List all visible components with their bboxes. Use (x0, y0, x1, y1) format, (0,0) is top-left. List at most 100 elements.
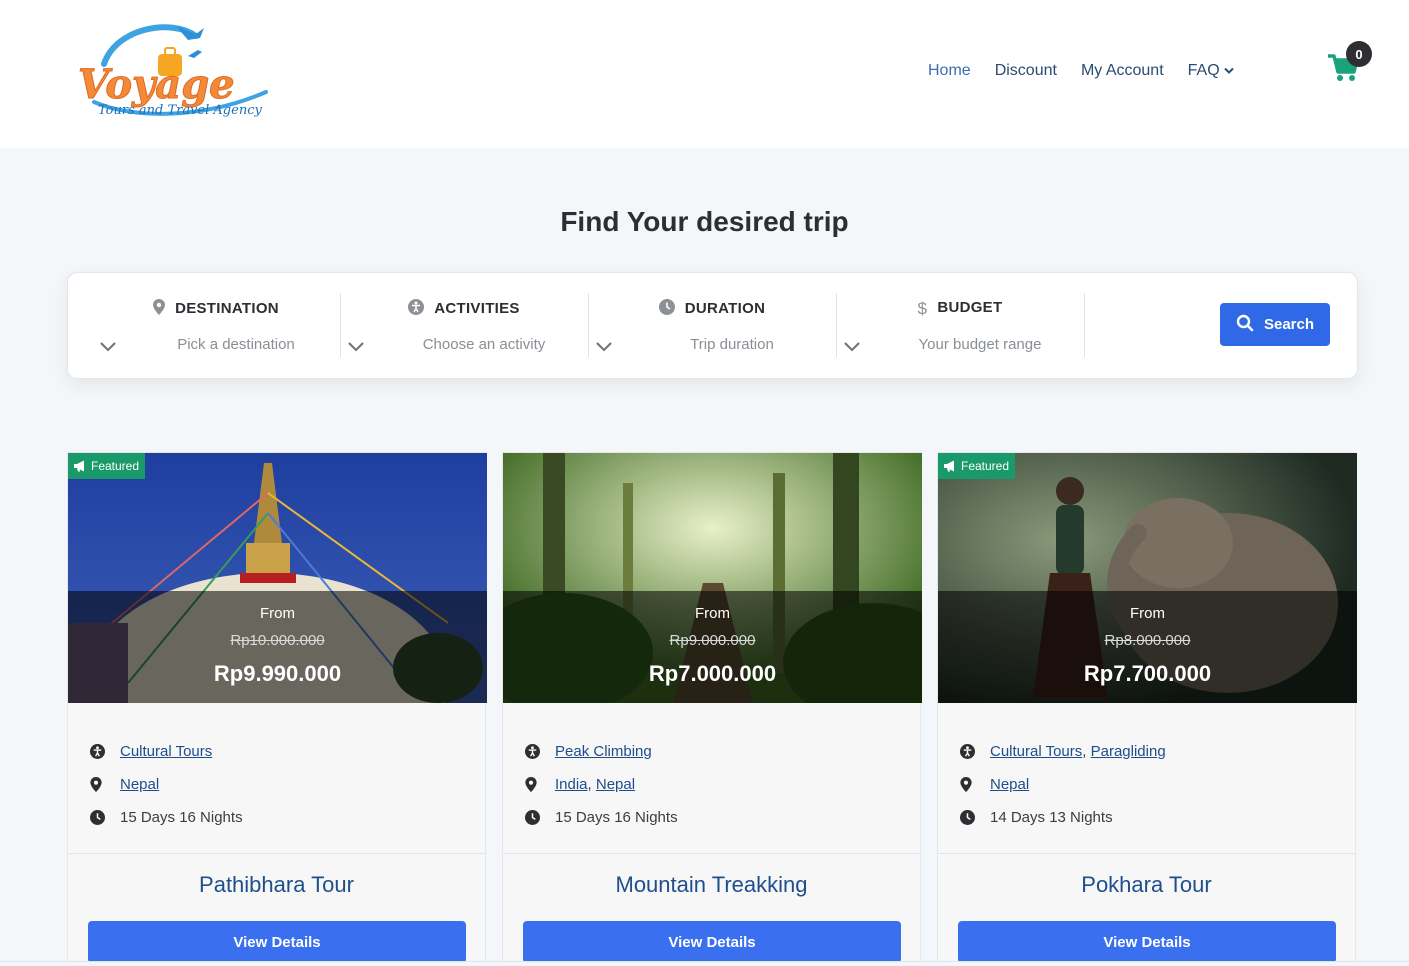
duration-text: 15 Days 16 Nights (555, 809, 678, 826)
trip-card: Featured From Rp10.000.000 Rp9.990.000 C… (67, 452, 487, 965)
location-link[interactable]: Nepal (120, 776, 159, 793)
budget-label: $ BUDGET (836, 299, 1084, 319)
clock-icon (658, 299, 675, 319)
duration-text: 14 Days 13 Nights (990, 809, 1113, 826)
view-details-button[interactable]: View Details (88, 921, 466, 963)
trip-duration: 15 Days 16 Nights (525, 801, 678, 834)
featured-label: Featured (961, 459, 1010, 473)
page-fold-divider (0, 961, 1409, 966)
nav-discount[interactable]: Discount (995, 62, 1057, 80)
duration-select[interactable]: DURATION Trip duration (588, 293, 837, 357)
price-overlay: From Rp9.000.000 Rp7.000.000 (503, 591, 922, 703)
destination-placeholder: Pick a destination (177, 336, 295, 353)
trip-meta: Cultural Tours Nepal 15 Days 16 Nights (90, 735, 243, 834)
activity-select[interactable]: ACTIVITIES Choose an activity (340, 293, 589, 357)
trip-meta: Cultural Tours, Paragliding Nepal 14 Day… (960, 735, 1166, 834)
trip-image[interactable]: Featured From Rp10.000.000 Rp9.990.000 (68, 453, 487, 703)
budget-placeholder: Your budget range (918, 336, 1042, 353)
card-divider (938, 853, 1355, 854)
map-marker-icon (153, 299, 166, 319)
price-overlay: From Rp8.000.000 Rp7.700.000 (938, 591, 1357, 703)
dollar-icon: $ (917, 299, 928, 318)
budget-select[interactable]: $ BUDGET Your budget range (836, 293, 1085, 357)
nav-faq[interactable]: FAQ (1188, 62, 1234, 80)
featured-badge: Featured (68, 453, 146, 479)
featured-badge: Featured (938, 453, 1016, 479)
trip-title[interactable]: Pathibhara Tour (68, 872, 485, 898)
original-price: Rp9.000.000 (669, 632, 756, 649)
cart-count-badge: 0 (1346, 41, 1372, 67)
trip-image[interactable]: From Rp9.000.000 Rp7.000.000 (503, 453, 922, 703)
accessibility-icon (408, 299, 425, 319)
separator: , (1082, 743, 1091, 760)
location-link[interactable]: India (555, 776, 588, 793)
accessibility-icon (960, 744, 990, 759)
trip-card: From Rp9.000.000 Rp7.000.000 Peak Climbi… (502, 452, 922, 965)
accessibility-icon (525, 744, 555, 759)
trip-duration: 14 Days 13 Nights (960, 801, 1166, 834)
search-button-label: Search (1263, 316, 1315, 333)
clock-icon (90, 810, 120, 825)
trip-image[interactable]: Featured From Rp8.000.000 Rp7.700.000 (938, 453, 1357, 703)
view-details-button[interactable]: View Details (523, 921, 901, 963)
view-details-button[interactable]: View Details (958, 921, 1336, 963)
site-header: Voyage Tours and Travel Agency Home Disc… (0, 0, 1409, 148)
location-link[interactable]: Nepal (596, 776, 635, 793)
activity-link[interactable]: Paragliding (1091, 743, 1166, 760)
duration-text: 15 Days 16 Nights (120, 809, 243, 826)
duration-label-text: DURATION (684, 300, 766, 317)
nav-faq-label: FAQ (1187, 62, 1220, 79)
activity-link[interactable]: Peak Climbing (555, 743, 652, 760)
activity-placeholder: Choose an activity (422, 336, 546, 353)
price-from-label: From (695, 605, 730, 622)
trip-title[interactable]: Pokhara Tour (938, 872, 1355, 898)
map-marker-icon (90, 777, 120, 792)
separator: , (587, 776, 596, 793)
price-from-label: From (1130, 605, 1165, 622)
sale-price: Rp9.990.000 (213, 661, 342, 686)
featured-label: Featured (91, 459, 140, 473)
trip-title[interactable]: Mountain Treakking (503, 872, 920, 898)
trip-locations: Nepal (960, 768, 1166, 801)
trip-locations: Nepal (90, 768, 243, 801)
main-nav: Home Discount My Account FAQ (928, 62, 1234, 80)
trip-meta: Peak Climbing India, Nepal 15 Days 16 Ni… (525, 735, 678, 834)
destination-label: DESTINATION (92, 299, 340, 319)
brand-logo[interactable]: Voyage Tours and Travel Agency (76, 18, 276, 130)
trip-activities: Peak Climbing (525, 735, 678, 768)
duration-label: DURATION (588, 299, 836, 319)
map-marker-icon (960, 777, 990, 792)
card-divider (503, 853, 920, 854)
budget-label-text: BUDGET (937, 299, 1003, 316)
trip-card: Featured From Rp8.000.000 Rp7.700.000 Cu… (937, 452, 1357, 965)
trip-activities: Cultural Tours (90, 735, 243, 768)
search-icon (1236, 314, 1254, 336)
location-link[interactable]: Nepal (990, 776, 1029, 793)
price-from-label: From (260, 605, 295, 622)
megaphone-icon (943, 460, 957, 472)
original-price: Rp8.000.000 (1104, 632, 1191, 649)
sale-price: Rp7.700.000 (1083, 661, 1212, 686)
nav-home[interactable]: Home (928, 62, 971, 80)
destination-select[interactable]: DESTINATION Pick a destination (92, 293, 341, 357)
chevron-down-icon (1223, 62, 1234, 80)
trip-activities: Cultural Tours, Paragliding (960, 735, 1166, 768)
destination-label-text: DESTINATION (175, 300, 279, 317)
nav-my-account[interactable]: My Account (1081, 62, 1164, 80)
clock-icon (960, 810, 990, 825)
search-button[interactable]: Search (1220, 303, 1330, 346)
price-overlay: From Rp10.000.000 Rp9.990.000 (68, 591, 487, 703)
trip-search-form: DESTINATION Pick a destination ACTIVITIE… (67, 272, 1358, 379)
activity-link[interactable]: Cultural Tours (990, 743, 1082, 760)
page-title: Find Your desired trip (560, 206, 849, 237)
svg-text:Voyage: Voyage (78, 61, 235, 108)
sale-price: Rp7.000.000 (648, 661, 777, 686)
activity-link[interactable]: Cultural Tours (120, 743, 212, 760)
svg-text:Tours and Travel Agency: Tours and Travel Agency (98, 103, 262, 118)
clock-icon (525, 810, 555, 825)
card-divider (68, 853, 485, 854)
original-price: Rp10.000.000 (230, 632, 325, 649)
trip-locations: India, Nepal (525, 768, 678, 801)
accessibility-icon (90, 744, 120, 759)
activities-label-text: ACTIVITIES (434, 300, 520, 317)
